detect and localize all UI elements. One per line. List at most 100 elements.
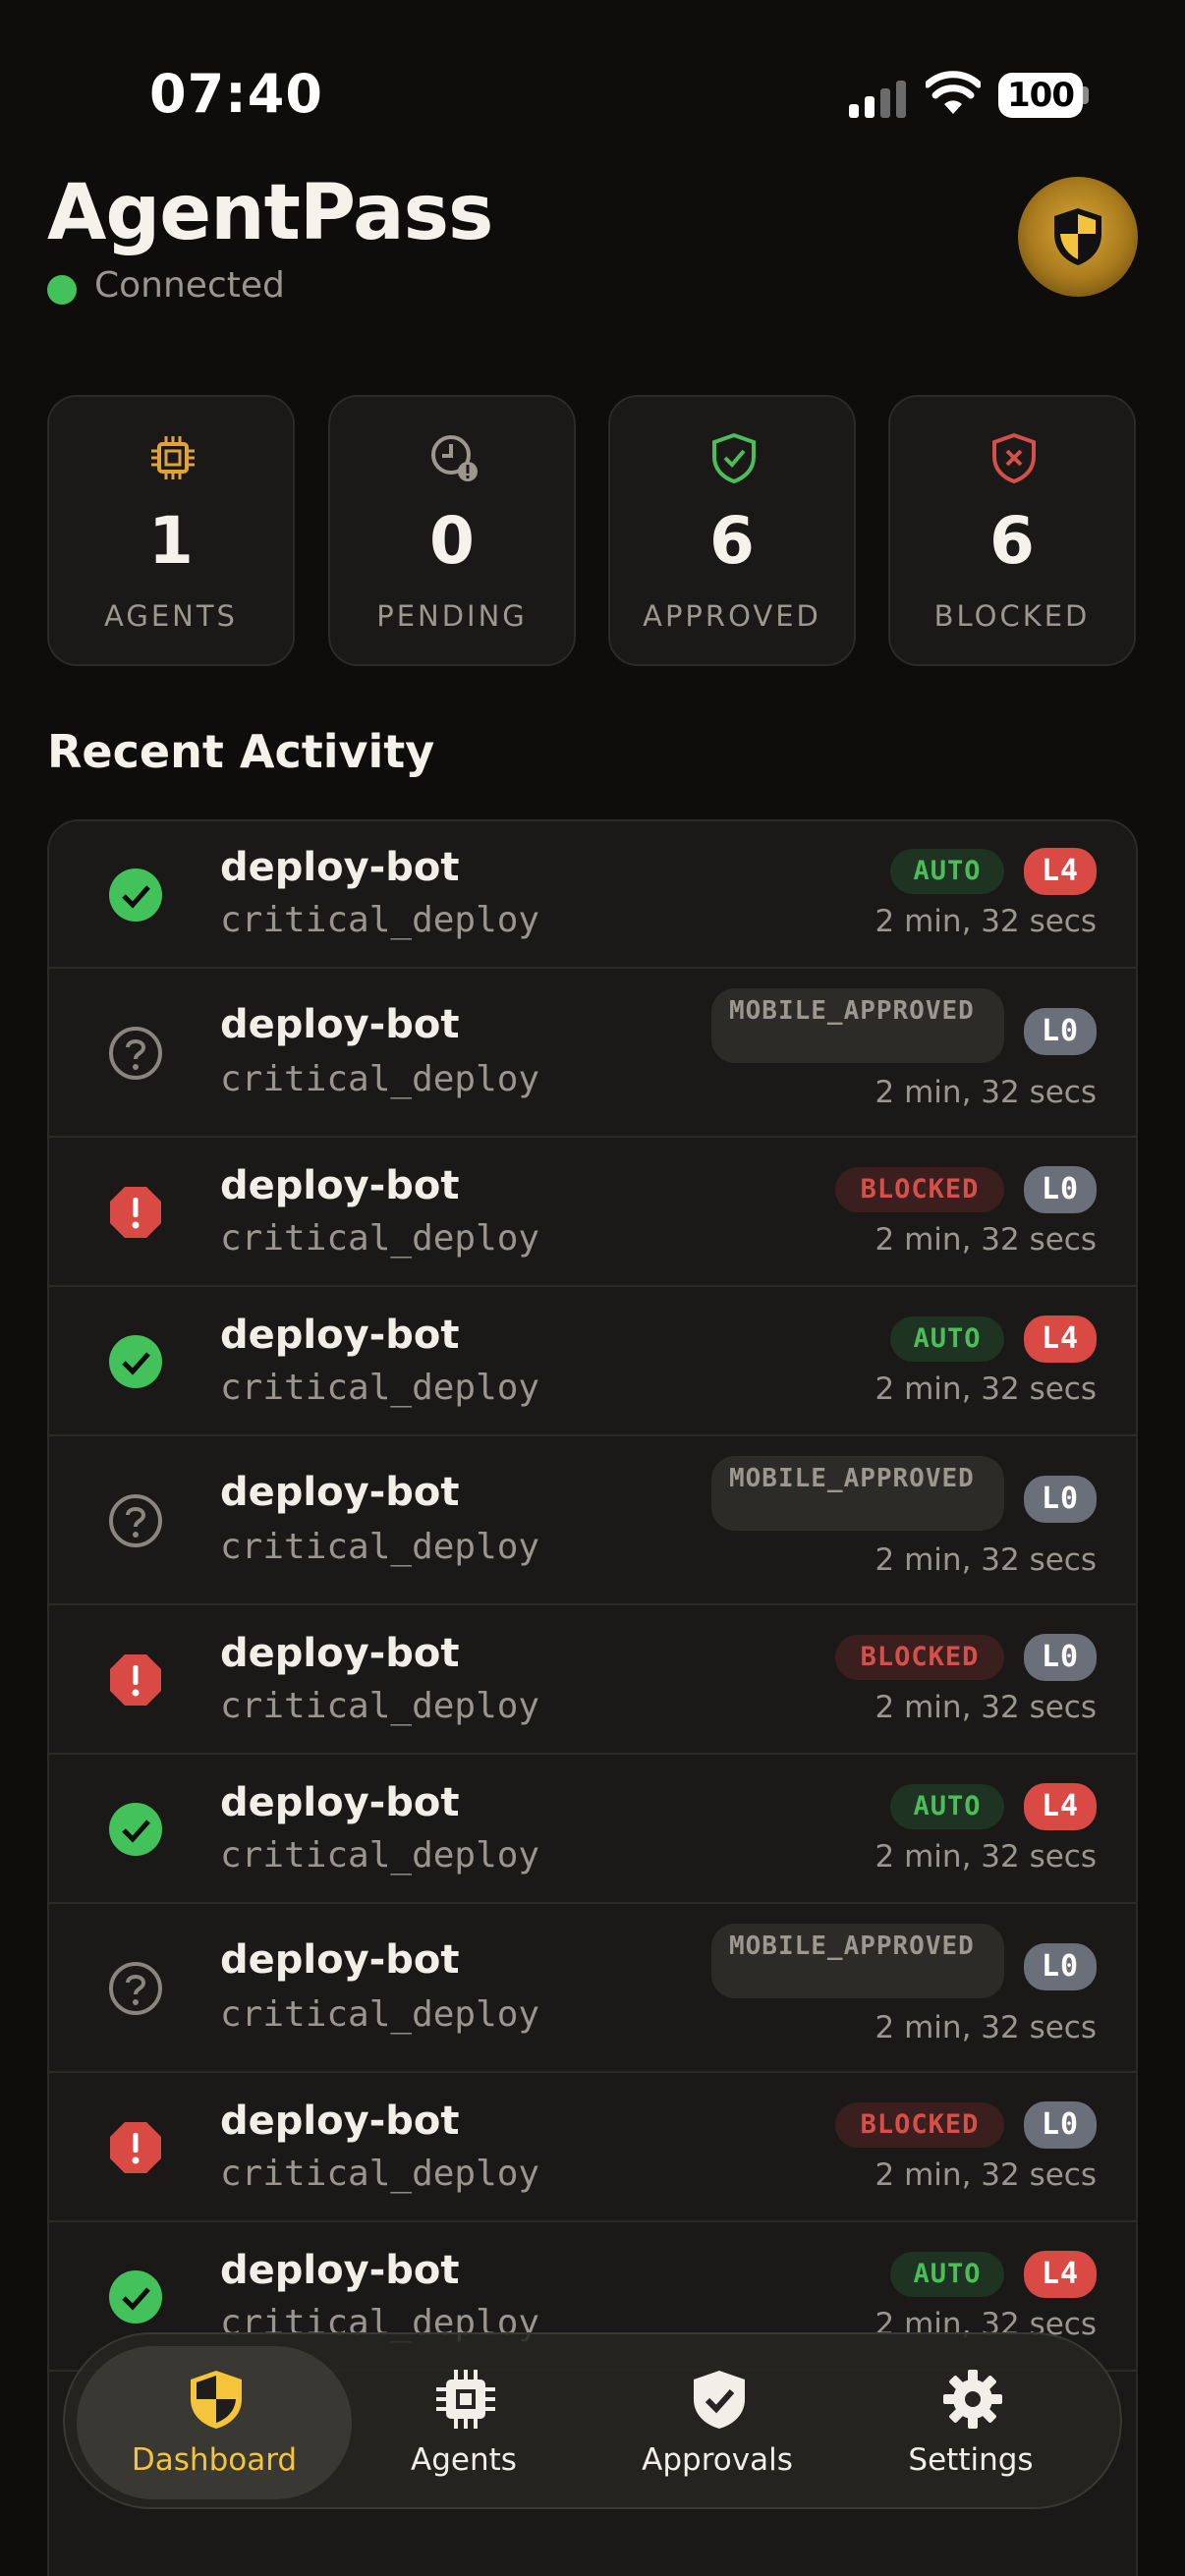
agent-name: deploy-bot bbox=[220, 1313, 460, 1358]
status-badge: MOBILE_APPROVED bbox=[711, 988, 1004, 1063]
bottom-tab-bar: Dashboard Agents Approvals Settings bbox=[63, 2332, 1122, 2509]
tab-approvals[interactable]: Approvals bbox=[590, 2334, 845, 2511]
connection-status-text: Connected bbox=[94, 265, 285, 306]
activity-row[interactable]: deploy-bot critical_deploy MOBILE_APPROV… bbox=[49, 1436, 1136, 1605]
level-badge: L4 bbox=[1024, 2251, 1097, 2298]
activity-row[interactable]: deploy-bot critical_deploy MOBILE_APPROV… bbox=[49, 969, 1136, 1138]
time-ago: 2 min, 32 secs bbox=[875, 1839, 1097, 1875]
gear-icon bbox=[943, 2370, 1002, 2429]
alert-octagon-icon bbox=[110, 1187, 161, 1238]
shield-x-icon bbox=[992, 432, 1036, 483]
tab-label: Settings bbox=[908, 2442, 1034, 2478]
agent-name: deploy-bot bbox=[220, 1780, 460, 1825]
stat-label: APPROVED bbox=[643, 599, 821, 633]
wifi-icon bbox=[926, 71, 981, 114]
level-badge: L4 bbox=[1024, 1316, 1097, 1363]
level-badge: L0 bbox=[1024, 2101, 1097, 2149]
activity-row[interactable]: deploy-bot critical_deploy MOBILE_APPROV… bbox=[49, 1904, 1136, 2073]
activity-row[interactable]: deploy-bot critical_deploy AUTO L4 2 min… bbox=[49, 821, 1136, 969]
question-circle-icon bbox=[109, 1027, 162, 1080]
status-badge: BLOCKED bbox=[835, 2102, 1004, 2148]
agent-name: deploy-bot bbox=[220, 1470, 460, 1515]
status-time: 07:40 bbox=[149, 63, 323, 125]
level-badge: L4 bbox=[1024, 848, 1097, 895]
status-badge: BLOCKED bbox=[835, 1167, 1004, 1212]
activity-row[interactable]: deploy-bot critical_deploy BLOCKED L0 2 … bbox=[49, 1138, 1136, 1287]
tool-name: critical_deploy bbox=[220, 1994, 540, 2035]
connection-status-dot bbox=[47, 275, 77, 305]
time-ago: 2 min, 32 secs bbox=[875, 2157, 1097, 2193]
tool-name: critical_deploy bbox=[220, 1835, 540, 1876]
activity-row[interactable]: deploy-bot critical_deploy BLOCKED L0 2 … bbox=[49, 1605, 1136, 1755]
alert-octagon-icon bbox=[110, 2122, 161, 2173]
stat-card-blocked[interactable]: 6 BLOCKED bbox=[888, 395, 1136, 666]
alert-octagon-icon bbox=[110, 1654, 161, 1706]
status-badge: AUTO bbox=[890, 1316, 1004, 1362]
tool-name: critical_deploy bbox=[220, 1218, 540, 1259]
check-circle-icon bbox=[109, 1335, 162, 1388]
agent-name: deploy-bot bbox=[220, 1631, 460, 1676]
time-ago: 2 min, 32 secs bbox=[875, 904, 1097, 939]
level-badge: L0 bbox=[1024, 1476, 1097, 1523]
tool-name: critical_deploy bbox=[220, 900, 540, 940]
agent-name: deploy-bot bbox=[220, 1002, 460, 1047]
stat-label: BLOCKED bbox=[933, 599, 1091, 633]
battery-tip bbox=[1083, 86, 1089, 104]
stat-card-agents[interactable]: 1 AGENTS bbox=[47, 395, 295, 666]
agent-name: deploy-bot bbox=[220, 1937, 460, 1983]
status-badge: MOBILE_APPROVED bbox=[711, 1924, 1004, 1998]
agent-name: deploy-bot bbox=[220, 845, 460, 890]
time-ago: 2 min, 32 secs bbox=[875, 1690, 1097, 1725]
tab-label: Agents bbox=[411, 2442, 517, 2478]
activity-list[interactable]: deploy-bot critical_deploy AUTO L4 2 min… bbox=[47, 819, 1138, 2576]
status-badge: BLOCKED bbox=[835, 1635, 1004, 1680]
clock-alert-icon bbox=[431, 435, 478, 481]
check-circle-icon bbox=[109, 1803, 162, 1856]
stat-label: PENDING bbox=[376, 599, 528, 633]
tool-name: critical_deploy bbox=[220, 2154, 540, 2194]
agent-name: deploy-bot bbox=[220, 1163, 460, 1208]
time-ago: 2 min, 32 secs bbox=[875, 1372, 1097, 1407]
chip-icon bbox=[151, 436, 195, 479]
app-title: AgentPass bbox=[47, 169, 493, 257]
stat-card-approved[interactable]: 6 APPROVED bbox=[608, 395, 856, 666]
battery-icon: 100 bbox=[998, 73, 1083, 118]
shield-check-icon bbox=[694, 2371, 745, 2429]
stat-label: AGENTS bbox=[104, 599, 238, 633]
shield-icon bbox=[1054, 208, 1101, 265]
status-bar: 07:40 100 bbox=[0, 0, 1185, 187]
tool-name: critical_deploy bbox=[220, 1059, 540, 1099]
question-circle-icon bbox=[109, 1494, 162, 1547]
check-circle-icon bbox=[109, 868, 162, 922]
tool-name: critical_deploy bbox=[220, 1686, 540, 1726]
tab-label: Dashboard bbox=[131, 2442, 298, 2478]
question-circle-icon bbox=[109, 1962, 162, 2015]
agent-name: deploy-bot bbox=[220, 2248, 460, 2293]
status-badge: AUTO bbox=[890, 2252, 1004, 2297]
level-badge: L0 bbox=[1024, 1634, 1097, 1681]
tool-name: critical_deploy bbox=[220, 1527, 540, 1567]
activity-row[interactable]: deploy-bot critical_deploy BLOCKED L0 2 … bbox=[49, 2073, 1136, 2222]
level-badge: L0 bbox=[1024, 1943, 1097, 1990]
status-badge: MOBILE_APPROVED bbox=[711, 1456, 1004, 1531]
activity-row[interactable]: deploy-bot critical_deploy AUTO L4 2 min… bbox=[49, 1755, 1136, 1904]
time-ago: 2 min, 32 secs bbox=[875, 1075, 1097, 1110]
time-ago: 2 min, 32 secs bbox=[875, 1542, 1097, 1578]
tab-dashboard[interactable]: Dashboard bbox=[86, 2334, 342, 2511]
stat-card-pending[interactable]: 0 PENDING bbox=[328, 395, 576, 666]
tab-agents[interactable]: Agents bbox=[336, 2334, 592, 2511]
shield-icon bbox=[191, 2371, 242, 2429]
tab-settings[interactable]: Settings bbox=[843, 2334, 1099, 2511]
activity-row[interactable]: deploy-bot critical_deploy AUTO L4 2 min… bbox=[49, 1287, 1136, 1436]
profile-avatar-button[interactable] bbox=[1018, 177, 1138, 297]
status-badge: AUTO bbox=[890, 1784, 1004, 1829]
shield-check-icon bbox=[712, 432, 756, 483]
level-badge: L0 bbox=[1024, 1166, 1097, 1213]
stat-value: 0 bbox=[429, 503, 475, 579]
agent-name: deploy-bot bbox=[220, 2099, 460, 2144]
time-ago: 2 min, 32 secs bbox=[875, 1222, 1097, 1258]
tab-label: Approvals bbox=[642, 2442, 793, 2478]
check-circle-icon bbox=[109, 2270, 162, 2324]
tool-name: critical_deploy bbox=[220, 1368, 540, 1408]
chip-icon bbox=[436, 2370, 495, 2429]
